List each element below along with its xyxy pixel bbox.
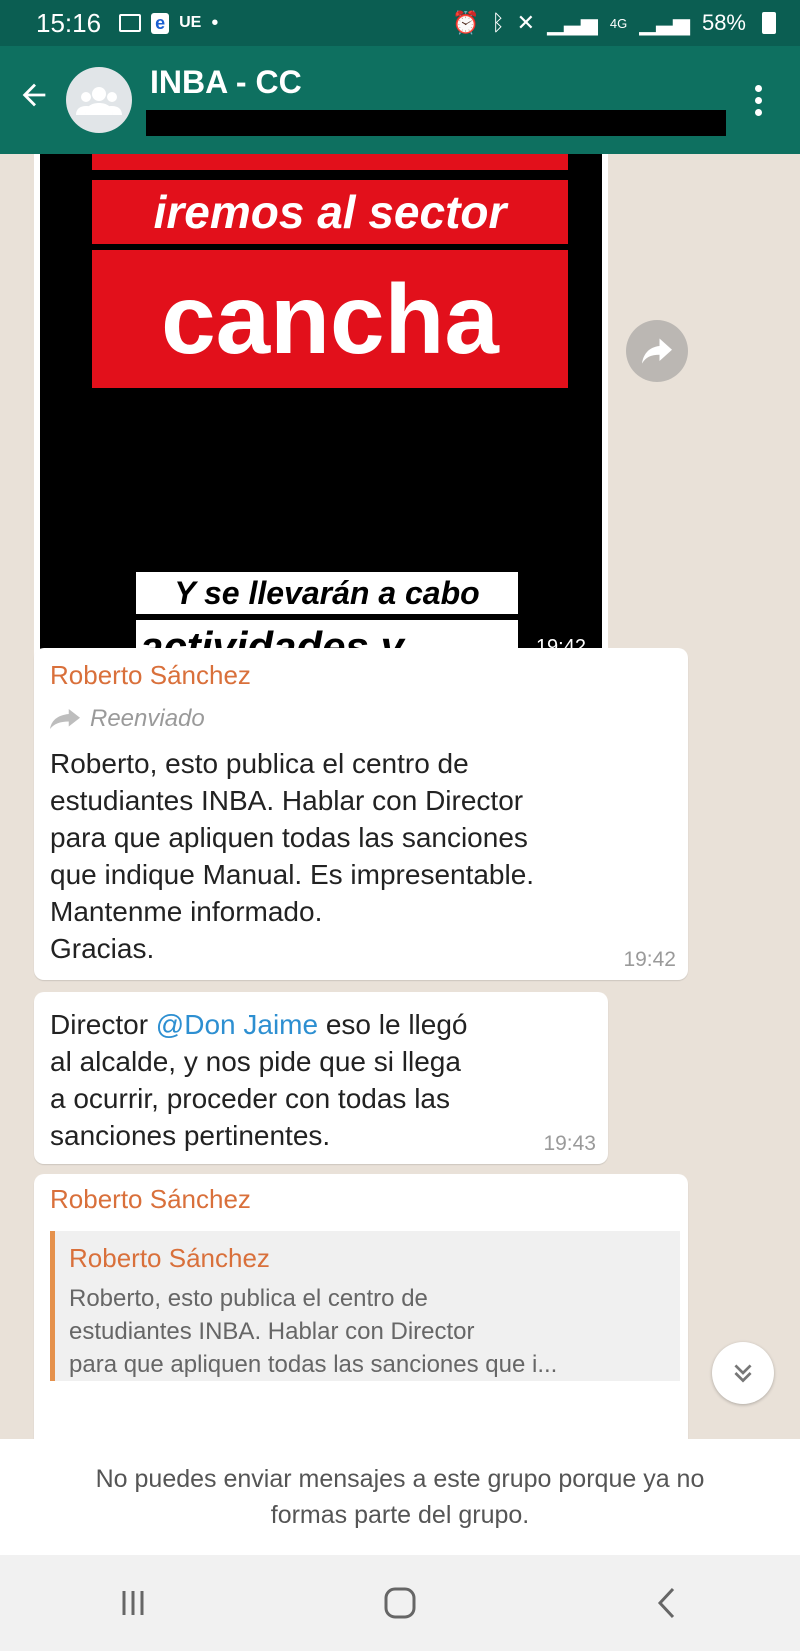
text-line: Mantenme informado. — [50, 896, 323, 927]
redacted-participants — [146, 110, 726, 136]
image-text-line2: cancha — [92, 250, 568, 388]
battery-percent: 58% — [701, 10, 746, 35]
image-text-line3: Y se llevarán a cabo — [136, 572, 518, 614]
notification-icons: e UE • — [119, 12, 218, 35]
back-button[interactable] — [2, 78, 66, 122]
message-bubble[interactable]: Roberto Sánchez Reenviado Roberto, esto … — [34, 648, 688, 980]
message-text: Roberto, esto publica el centro de estud… — [50, 745, 672, 967]
text-line: para que apliquen todas las sanciones — [50, 822, 528, 853]
text-line: que indique Manual. Es impresentable. — [50, 859, 535, 890]
message-bubble[interactable]: Roberto Sánchez Roberto Sánchez Roberto,… — [34, 1174, 688, 1439]
home-button[interactable] — [360, 1573, 440, 1633]
forwarded-label: Reenviado — [50, 705, 672, 733]
notice-line2: formas parte del grupo. — [270, 1501, 530, 1529]
message-time: 19:43 — [543, 1132, 596, 1155]
bluetooth-icon: ᛒ — [491, 10, 505, 35]
chevron-left-icon — [657, 1587, 674, 1619]
message-time: 19:42 — [623, 948, 676, 971]
arrow-left-icon — [22, 83, 46, 107]
more-vertical-icon — [754, 84, 762, 92]
group-name: INBA - CC — [150, 64, 302, 100]
signal-icon: ▁▃▅ — [547, 10, 598, 35]
status-bar: 15:16 e UE • ⏰ ᛒ ✕ ▁▃▅ 4G ▁▃▅ 58% — [0, 0, 800, 46]
more-options-button[interactable] — [738, 84, 778, 116]
battery-icon — [762, 12, 776, 34]
share-icon — [642, 338, 672, 364]
double-chevron-down-icon — [734, 1364, 752, 1383]
news-app-icon: e — [151, 12, 170, 34]
text-segment: eso le llegó — [318, 1009, 468, 1040]
alarm-icon: ⏰ — [452, 10, 480, 35]
mention-link[interactable]: @Don Jaime — [156, 1009, 318, 1040]
quoted-sender: Roberto Sánchez — [69, 1243, 270, 1273]
gallery-icon — [119, 14, 142, 32]
chat-header: INBA - CC — [0, 46, 800, 154]
group-avatar[interactable] — [66, 67, 132, 133]
cannot-send-notice: No puedes enviar mensajes a este grupo p… — [0, 1439, 800, 1555]
forward-button[interactable] — [626, 320, 688, 382]
recent-apps-icon — [122, 1591, 144, 1615]
menu-dot — [754, 108, 762, 116]
text-line: para que apliquen todas las sanciones qu… — [69, 1351, 558, 1378]
status-time: 15:16 — [36, 7, 102, 38]
image-message[interactable]: iremos al sector cancha Y se llevarán a … — [34, 154, 608, 676]
text-line: a ocurrir, proceder con todas las — [50, 1083, 450, 1114]
home-icon — [384, 1587, 416, 1619]
sender-name[interactable]: Roberto Sánchez — [50, 660, 672, 691]
text-line: Gracias. — [50, 933, 155, 964]
text-line: Director @Don Jaime eso le llegó — [50, 1006, 592, 1043]
cut-text-strip — [92, 154, 568, 170]
sender-name[interactable]: Roberto Sánchez — [50, 1184, 680, 1215]
menu-dot — [754, 96, 762, 104]
forward-icon — [50, 709, 80, 729]
text-line: estudiantes INBA. Hablar con Director — [50, 785, 524, 816]
back-nav-button[interactable] — [627, 1573, 707, 1633]
mute-icon: ✕ — [516, 10, 536, 35]
quoted-text: Roberto, esto publica el centro de estud… — [69, 1282, 666, 1381]
message-text: Director @Don Jaime eso le llegó al alca… — [50, 1006, 592, 1154]
android-nav-bar — [0, 1555, 800, 1651]
message-bubble[interactable]: Director @Don Jaime eso le llegó al alca… — [34, 992, 608, 1164]
scroll-to-bottom-button[interactable] — [712, 1342, 774, 1404]
notice-line1: No puedes enviar mensajes a este grupo p… — [95, 1465, 705, 1493]
system-icons: ⏰ ᛒ ✕ ▁▃▅ 4G ▁▃▅ 58% — [452, 10, 776, 36]
image-content[interactable]: iremos al sector cancha Y se llevarán a … — [40, 154, 602, 670]
chat-area[interactable]: iremos al sector cancha Y se llevarán a … — [0, 154, 800, 1439]
text-line: Roberto, esto publica el centro de — [69, 1285, 428, 1312]
text-line: estudiantes INBA. Hablar con Director — [69, 1318, 475, 1345]
notification-dot: • — [211, 11, 219, 34]
image-text-line1: iremos al sector — [92, 180, 568, 244]
group-icon — [76, 87, 122, 115]
text-segment: Director — [50, 1009, 156, 1040]
signal-icon-2: ▁▃▅ — [639, 10, 690, 35]
recent-apps-button[interactable] — [93, 1573, 173, 1633]
header-title-area[interactable]: INBA - CC — [146, 46, 738, 154]
text-line: sanciones pertinentes. — [50, 1120, 331, 1151]
forwarded-text: Reenviado — [90, 705, 205, 732]
text-line: Roberto, esto publica el centro de — [50, 748, 469, 779]
quoted-message[interactable]: Roberto Sánchez Roberto, esto publica el… — [50, 1231, 680, 1381]
text-line: al alcalde, y nos pide que si llega — [50, 1046, 461, 1077]
network-type: 4G — [609, 15, 628, 31]
ue-label: UE — [179, 14, 202, 31]
